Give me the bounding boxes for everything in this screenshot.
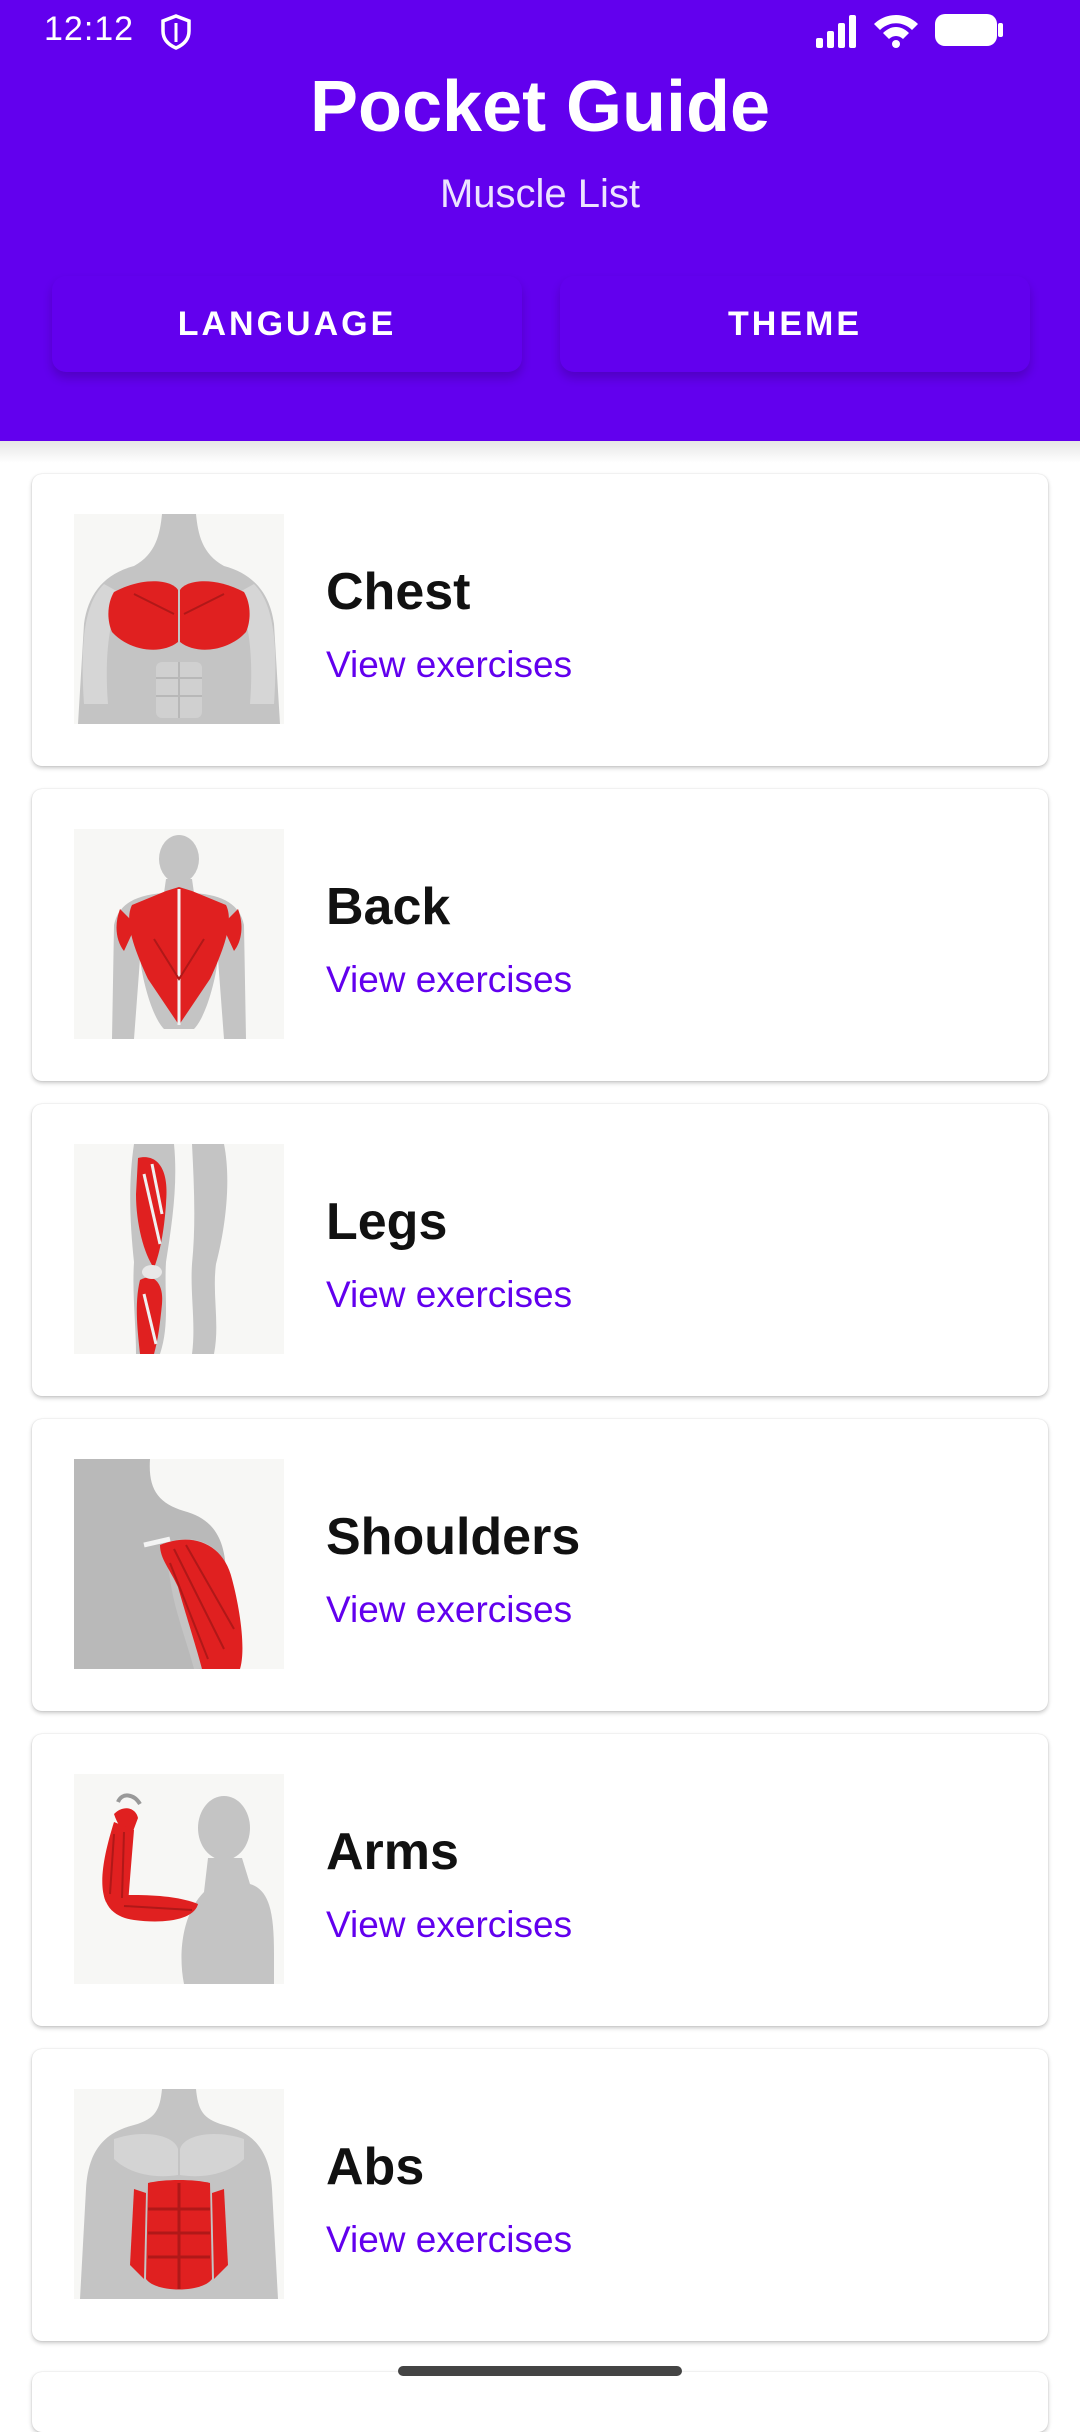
muscle-name: Back: [326, 878, 451, 936]
view-exercises-link[interactable]: View exercises: [326, 644, 572, 686]
view-exercises-link[interactable]: View exercises: [326, 1274, 572, 1316]
home-indicator[interactable]: [398, 2366, 682, 2376]
app-title: Pocket Guide: [309, 67, 771, 147]
muscle-name: Shoulders: [326, 1508, 581, 1566]
muscle-name: Abs: [326, 2138, 425, 2196]
shoulders-illustration: [74, 1459, 284, 1669]
muscle-card-legs[interactable]: Legs View exercises: [32, 1104, 1048, 1396]
muscle-card-shoulders[interactable]: Shoulders View exercises: [32, 1419, 1048, 1711]
battery-icon: [935, 14, 1003, 46]
muscle-card-back[interactable]: Back View exercises: [32, 789, 1048, 1081]
theme-button[interactable]: THEME: [560, 276, 1030, 372]
arms-illustration: [74, 1774, 284, 1984]
app-subtitle: Muscle List: [439, 172, 641, 216]
legs-illustration: [74, 1144, 284, 1354]
muscle-card-arms[interactable]: Arms View exercises: [32, 1734, 1048, 2026]
header-shadow: [0, 441, 1080, 463]
muscle-card-partial[interactable]: [32, 2372, 1048, 2432]
back-illustration: [74, 829, 284, 1039]
view-exercises-link[interactable]: View exercises: [326, 959, 572, 1001]
status-time: 12:12: [44, 10, 135, 48]
view-exercises-link[interactable]: View exercises: [326, 1904, 572, 1946]
view-exercises-link[interactable]: View exercises: [326, 2219, 572, 2261]
muscle-name: Arms: [326, 1823, 459, 1881]
status-bar: 12:12: [0, 0, 1080, 62]
wifi-icon: [874, 15, 918, 48]
muscle-name: Chest: [326, 563, 471, 621]
view-exercises-link[interactable]: View exercises: [326, 1589, 572, 1631]
chest-illustration: [74, 514, 284, 724]
shield-icon: [161, 14, 191, 50]
abs-illustration: [74, 2089, 284, 2299]
app-header: 12:12 Pocket Guide Muscle List LANGUAGE …: [0, 0, 1080, 441]
muscle-name: Legs: [326, 1193, 448, 1251]
signal-icon: [816, 15, 856, 48]
muscle-card-chest[interactable]: Chest View exercises: [32, 474, 1048, 766]
muscle-card-abs[interactable]: Abs View exercises: [32, 2049, 1048, 2341]
language-button[interactable]: LANGUAGE: [52, 276, 522, 372]
